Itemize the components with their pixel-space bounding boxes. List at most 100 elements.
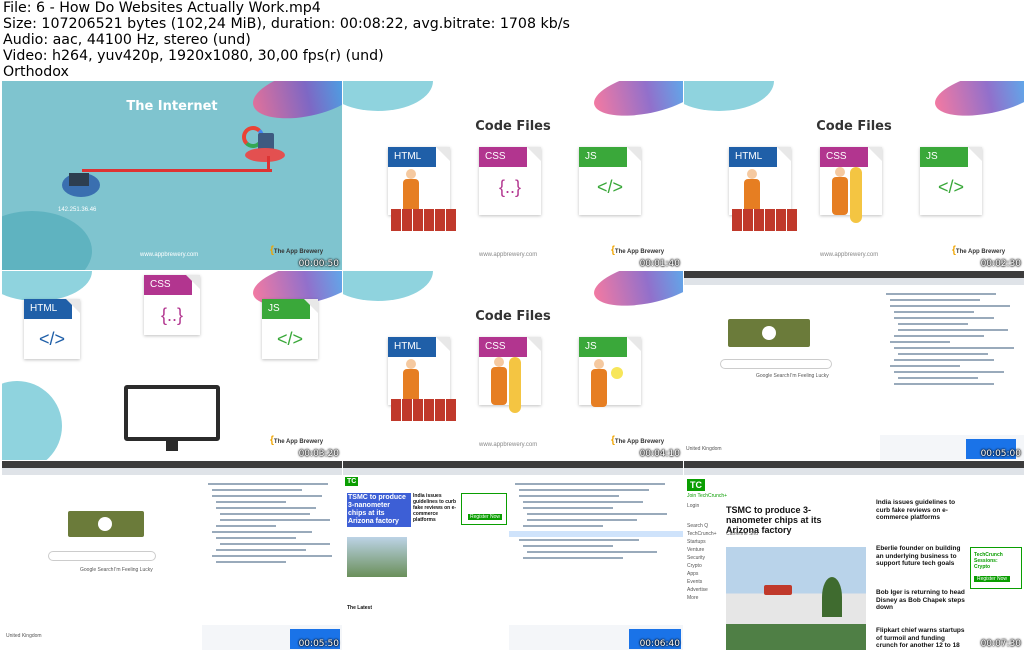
building-sign: [764, 585, 792, 595]
tc-logo[interactable]: TC: [687, 479, 705, 491]
brand-line1: The: [273, 249, 285, 255]
connection-line: [82, 169, 272, 172]
nav-item[interactable]: Venture: [687, 547, 704, 553]
file-label: CSS: [820, 147, 868, 167]
register-button[interactable]: Register Now: [468, 514, 503, 520]
brand-line2: App Brewery: [286, 439, 324, 445]
html-file-icon: HTML: [729, 147, 791, 215]
js-file-icon: JS </>: [262, 299, 318, 359]
js-file-icon: JS </>: [579, 147, 641, 215]
story-headline[interactable]: India issues guidelines to curb fake rev…: [876, 499, 968, 522]
site-url: www.appbrewery.com: [479, 252, 538, 258]
story-headline[interactable]: Flipkart chief warns startups of turmoil…: [876, 627, 968, 650]
slide-title: The Internet: [126, 99, 218, 114]
register-button[interactable]: Register Now: [974, 576, 1011, 582]
decor-blob: [2, 271, 92, 301]
thumbnail-files-monitor: HTML </> CSS {..} JS </> {The App Brewery 0…: [2, 271, 342, 460]
brand-logo: {The App Brewery: [611, 245, 664, 256]
search-button[interactable]: Google Search: [756, 373, 789, 379]
hair-figure: [509, 357, 521, 413]
devtools-elements-pane: [880, 285, 1024, 435]
nav-item[interactable]: TechCrunch+: [687, 531, 717, 537]
file-label: JS: [579, 147, 627, 167]
promo-title: TechCrunch Sessions: Crypto: [974, 552, 1003, 570]
brand-line2: App Brewery: [968, 249, 1006, 255]
site-url: www.appbrewery.com: [479, 442, 538, 448]
search-button[interactable]: Google Search: [80, 567, 113, 573]
lead-author: Catherine Shu: [726, 531, 758, 537]
nav-item[interactable]: Crypto: [687, 563, 702, 569]
thumbnail-google-devtools-2: Google Search I'm Feeling Lucky United K…: [2, 461, 342, 650]
login-link[interactable]: Login: [687, 503, 699, 509]
play-icon: [762, 326, 776, 340]
search-input[interactable]: [720, 359, 832, 369]
brand-logo: {The App Brewery: [270, 245, 323, 256]
thumbnail-code-files-2: Code Files HTML CSS JS </> www.appbrewery…: [684, 81, 1024, 270]
nav-item[interactable]: Apps: [687, 571, 698, 577]
file-label: CSS: [479, 337, 527, 357]
file-symbol: {..}: [498, 177, 522, 197]
story-headline[interactable]: Eberlie founder on building an underlyin…: [876, 545, 968, 568]
worker-figure: [591, 359, 607, 407]
nav-item[interactable]: Events: [687, 579, 702, 585]
brand-logo: {The App Brewery: [611, 435, 664, 446]
lucky-button[interactable]: I'm Feeling Lucky: [114, 567, 153, 573]
search-input[interactable]: [48, 551, 156, 561]
monitor-stand-icon: [166, 441, 178, 451]
promo-box: TechCrunch Sessions: Crypto Register Now: [970, 547, 1022, 589]
worker-figure: [491, 357, 507, 405]
lucky-button[interactable]: I'm Feeling Lucky: [790, 373, 829, 379]
decor-blob: [343, 81, 433, 111]
join-link[interactable]: Join TechCrunch+: [687, 493, 727, 499]
file-symbol: </>: [38, 329, 66, 349]
footer-country: United Kingdom: [686, 446, 722, 452]
decor-wave: [590, 271, 683, 314]
decor-blob: [343, 271, 433, 301]
lead-photo: [726, 547, 866, 650]
timestamp: 00:05:50: [298, 639, 339, 649]
lead-headline[interactable]: TSMC to produce 3-nanometer chips at its…: [347, 493, 411, 527]
brand-line1: The: [955, 249, 967, 255]
os-menubar: [684, 461, 1024, 468]
file-label: JS: [262, 299, 310, 319]
browser-tabbar: [343, 468, 683, 475]
brand-line2: App Brewery: [286, 249, 324, 255]
thumbnail-grid: The Internet 142.251.36.46 www.appbrewer…: [0, 81, 1024, 651]
brand-logo: {The App Brewery: [952, 245, 1005, 256]
lightbulb-icon: [611, 367, 623, 379]
decor-blob: [2, 381, 62, 460]
devtools-elements-pane: [509, 475, 683, 625]
file-label: CSS: [479, 147, 527, 167]
brand-line2: App Brewery: [627, 249, 665, 255]
timestamp: 00:05:00: [980, 449, 1021, 459]
google-page: Google Search I'm Feeling Lucky United K…: [2, 475, 202, 650]
side-headline[interactable]: India issues guidelines to curb fake rev…: [413, 493, 457, 523]
tc-logo-icon: TC: [345, 477, 359, 486]
css-file-icon: CSS {..}: [479, 147, 541, 215]
nav-item[interactable]: Advertise: [687, 587, 708, 593]
devtools-elements-pane: [202, 475, 342, 625]
worker-figure: [832, 167, 848, 215]
story-headline[interactable]: Bob Iger is returning to head Disney as …: [876, 589, 968, 612]
monitor-icon: [124, 385, 220, 441]
nav-item[interactable]: More: [687, 595, 698, 601]
nav-item[interactable]: Startups: [687, 539, 706, 545]
laptop-screen-icon: [69, 173, 89, 186]
nav-item[interactable]: Security: [687, 555, 705, 561]
brand-line1: The: [273, 439, 285, 445]
slide-title: Code Files: [475, 119, 551, 134]
file-line: File: 6 - How Do Websites Actually Work.…: [3, 0, 321, 16]
slide-title: Code Files: [475, 309, 551, 324]
play-icon: [98, 517, 112, 531]
file-label: HTML: [388, 147, 436, 167]
browser-tabbar: [684, 278, 1024, 285]
os-menubar: [684, 271, 1024, 278]
nav-item[interactable]: Search Q: [687, 523, 708, 529]
site-url: www.appbrewery.com: [140, 252, 199, 258]
brick-wall: [732, 209, 797, 231]
server-base-icon: [245, 148, 285, 162]
html-file-icon: HTML </>: [24, 299, 80, 359]
brand-line1: The: [614, 439, 626, 445]
ip-address: 142.251.36.46: [58, 207, 97, 213]
decor-blob: [684, 81, 774, 111]
